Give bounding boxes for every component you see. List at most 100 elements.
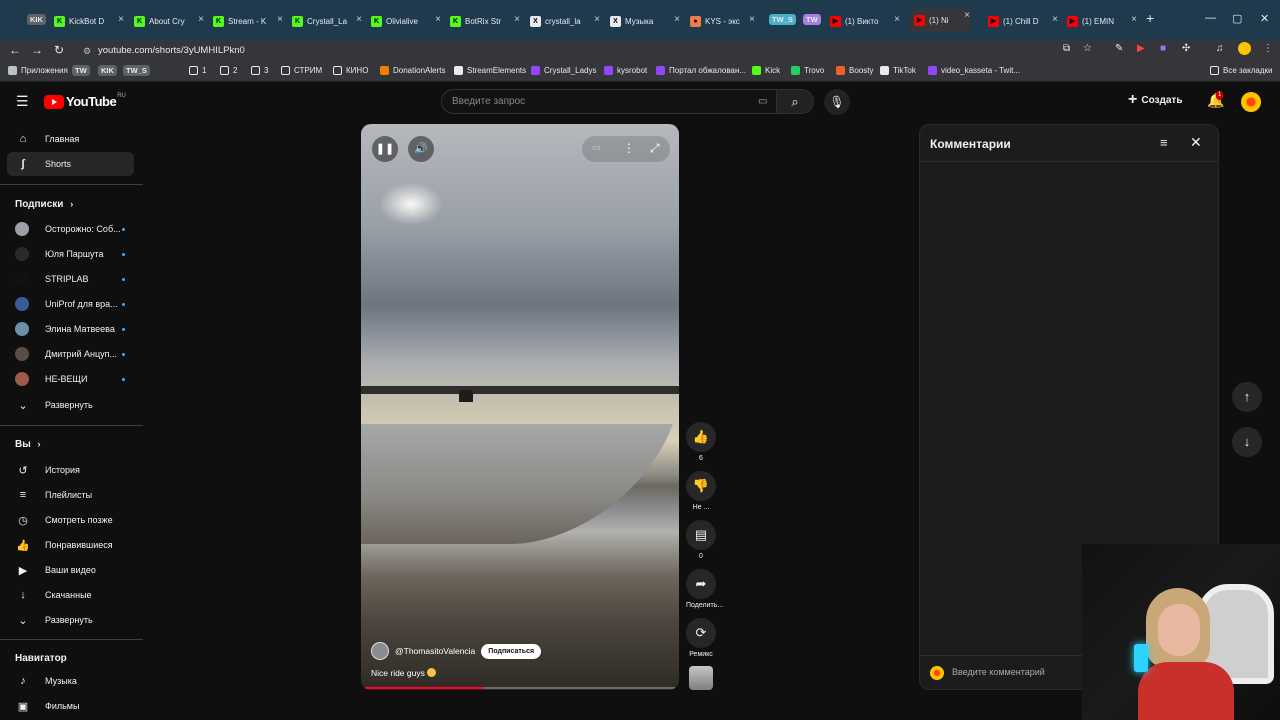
sidebar-item-like[interactable]: 👍 Понравившиеся — [7, 533, 134, 557]
media-control-icon[interactable]: ♫ — [1216, 43, 1224, 54]
previous-short-button[interactable]: ↑ — [1232, 382, 1262, 412]
browser-tab[interactable]: ▶ (1) Chill D × — [988, 12, 1058, 30]
subscription-item[interactable]: Юля Паршута — [7, 243, 134, 265]
tab-badge-tws[interactable]: TW_S — [769, 14, 796, 25]
bookmark-item[interactable]: video_kasseta - Twit... — [928, 66, 1020, 75]
remix-button[interactable]: ⟳ Ремикс — [686, 618, 716, 658]
bookmark-item[interactable]: Kick — [752, 66, 780, 75]
channel-avatar[interactable] — [371, 642, 389, 660]
search-input[interactable]: Введите запрос ▭ — [441, 89, 777, 114]
captions-icon[interactable]: ▭ — [592, 142, 601, 153]
bookmark-item[interactable]: 2 — [220, 66, 237, 75]
more-options-icon[interactable]: ⋮ — [623, 141, 635, 155]
sidebar-item-music[interactable]: ♪ Музыка — [7, 669, 134, 693]
subscription-item[interactable]: НЕ-ВЕЩИ — [7, 368, 134, 390]
subscription-item[interactable]: Дмитрий Анцуп... — [7, 343, 134, 365]
share-button[interactable]: ➦ Поделить... — [686, 569, 723, 609]
create-button[interactable]: + Создать — [1128, 92, 1182, 108]
bookmark-item[interactable]: StreamElements — [454, 66, 526, 75]
channel-name[interactable]: @ThomasitoValencia — [395, 646, 475, 656]
volume-button[interactable]: 🔊 — [408, 136, 434, 162]
bookmark-item[interactable]: Trovo — [791, 66, 824, 75]
tab-close-icon[interactable]: × — [594, 14, 600, 25]
sidebar-item-home[interactable]: ⌂ Главная — [7, 127, 134, 151]
back-button[interactable]: ← — [9, 43, 21, 57]
site-info-icon[interactable]: ⚙ — [83, 42, 91, 60]
pause-button[interactable]: ❚❚ — [372, 136, 398, 162]
tab-close-icon[interactable]: × — [749, 14, 755, 25]
browser-tab[interactable]: ● KYS - экс × — [690, 12, 755, 30]
extensions-puzzle-icon[interactable]: ✣ — [1182, 43, 1190, 54]
extension-purple-icon[interactable]: ■ — [1160, 43, 1166, 54]
close-comments-icon[interactable]: ✕ — [1190, 134, 1202, 151]
hamburger-menu-icon[interactable]: ☰ — [16, 93, 29, 110]
sidebar-item-download[interactable]: ↓ Скачанные — [7, 583, 134, 607]
subscription-item[interactable]: Осторожно: Соб... — [7, 218, 134, 240]
bookmark-item[interactable]: 3 — [251, 66, 268, 75]
short-video-player[interactable]: ❚❚ 🔊 ▭ ⋮ ⤢ @ThomasitoValencia Подписатьс… — [361, 124, 679, 690]
sidebar-item-movies[interactable]: ▣ Фильмы — [7, 694, 134, 718]
sidebar-expand-subs[interactable]: ⌄ Развернуть — [7, 393, 134, 417]
bookmark-item[interactable]: Приложения — [8, 66, 68, 75]
bookmark-item[interactable]: Портал обжалован... — [656, 66, 746, 75]
new-tab-button[interactable]: + — [1146, 10, 1154, 26]
browser-tab[interactable]: ▶ (1) EMIN × — [1067, 12, 1137, 30]
voice-search-button[interactable]: 🎙 — [824, 89, 850, 115]
install-app-icon[interactable]: ⧉ — [1063, 43, 1070, 54]
tab-badge-kik[interactable]: KIK — [27, 14, 46, 25]
tab-close-icon[interactable]: × — [964, 10, 970, 21]
dislike-button[interactable]: 👎 Не ... — [686, 471, 716, 511]
browser-tab[interactable]: ▶ (1) Ni × — [910, 8, 970, 32]
tab-close-icon[interactable]: × — [894, 14, 900, 25]
browser-tab[interactable]: K BotRix Str × — [450, 12, 520, 30]
bookmark-item[interactable]: Crystall_Ladys — [531, 66, 596, 75]
browser-tab[interactable]: ▶ (1) Викто × — [830, 12, 900, 30]
forward-button[interactable]: → — [31, 43, 43, 57]
maximize-button[interactable]: ▢ — [1232, 12, 1242, 25]
sidebar-item-your-videos[interactable]: ▶ Ваши видео — [7, 558, 134, 582]
extension-youtube-icon[interactable]: ▶ — [1137, 43, 1145, 54]
bookmark-item[interactable]: TW_S — [123, 65, 150, 76]
account-avatar[interactable] — [1241, 92, 1261, 112]
tab-close-icon[interactable]: × — [277, 14, 283, 25]
tab-close-icon[interactable]: × — [435, 14, 441, 25]
bookmark-item[interactable]: kysrobot — [604, 66, 647, 75]
bookmark-item[interactable]: DonationAlerts — [380, 66, 445, 75]
sidebar-expand-you[interactable]: ⌄ Развернуть — [7, 608, 134, 632]
tab-close-icon[interactable]: × — [1131, 14, 1137, 25]
tab-close-icon[interactable]: × — [356, 14, 362, 25]
subscription-item[interactable]: STRIPLAB — [7, 268, 134, 290]
tab-close-icon[interactable]: × — [674, 14, 680, 25]
browser-tab[interactable]: K Olivialive × — [371, 12, 441, 30]
browser-tab[interactable]: X Музыка × — [610, 12, 680, 30]
subscription-item[interactable]: UniProf для вра... — [7, 293, 134, 315]
extension-pen-icon[interactable]: ✎ — [1115, 43, 1123, 54]
reload-button[interactable]: ↻ — [54, 43, 64, 57]
sort-comments-icon[interactable]: ≡ — [1160, 135, 1168, 150]
subscribe-button[interactable]: Подписаться — [481, 643, 542, 659]
tab-close-icon[interactable]: × — [1052, 14, 1058, 25]
bookmark-item[interactable]: КИНО — [333, 66, 368, 75]
bookmark-star-icon[interactable]: ☆ — [1083, 43, 1092, 54]
sidebar-item-watch-later[interactable]: ◷ Смотреть позже — [7, 508, 134, 532]
tab-close-icon[interactable]: × — [514, 14, 520, 25]
tab-close-icon[interactable]: × — [118, 14, 124, 25]
like-button[interactable]: 👍 6 — [686, 422, 716, 462]
browser-tab[interactable]: K Crystall_La × — [292, 12, 362, 30]
comment-input[interactable]: Введите комментарий — [952, 667, 1045, 677]
sidebar-item-playlists[interactable]: ≡ Плейлисты — [7, 483, 134, 507]
tab-badge-tw[interactable]: TW — [803, 14, 821, 25]
bookmark-item[interactable]: KIK — [98, 65, 117, 76]
bookmark-item[interactable]: 1 — [189, 66, 206, 75]
all-bookmarks[interactable]: Все закладки — [1210, 66, 1272, 75]
sidebar-item-history[interactable]: ↺ История — [7, 458, 134, 482]
browser-menu-icon[interactable]: ⋮ — [1263, 43, 1273, 54]
search-button[interactable]: ⌕ — [776, 89, 814, 114]
fullscreen-icon[interactable]: ⤢ — [650, 141, 660, 156]
tab-close-icon[interactable]: × — [198, 14, 204, 25]
bookmark-item[interactable]: TW — [72, 65, 90, 76]
address-bar[interactable]: ⚙ youtube.com/shorts/3yUMHILPkn0 — [78, 42, 1098, 60]
browser-tab[interactable]: K KickBot D × — [54, 12, 124, 30]
you-heading[interactable]: Вы › — [15, 439, 41, 450]
sidebar-item-shorts[interactable]: ʃ Shorts — [7, 152, 134, 176]
